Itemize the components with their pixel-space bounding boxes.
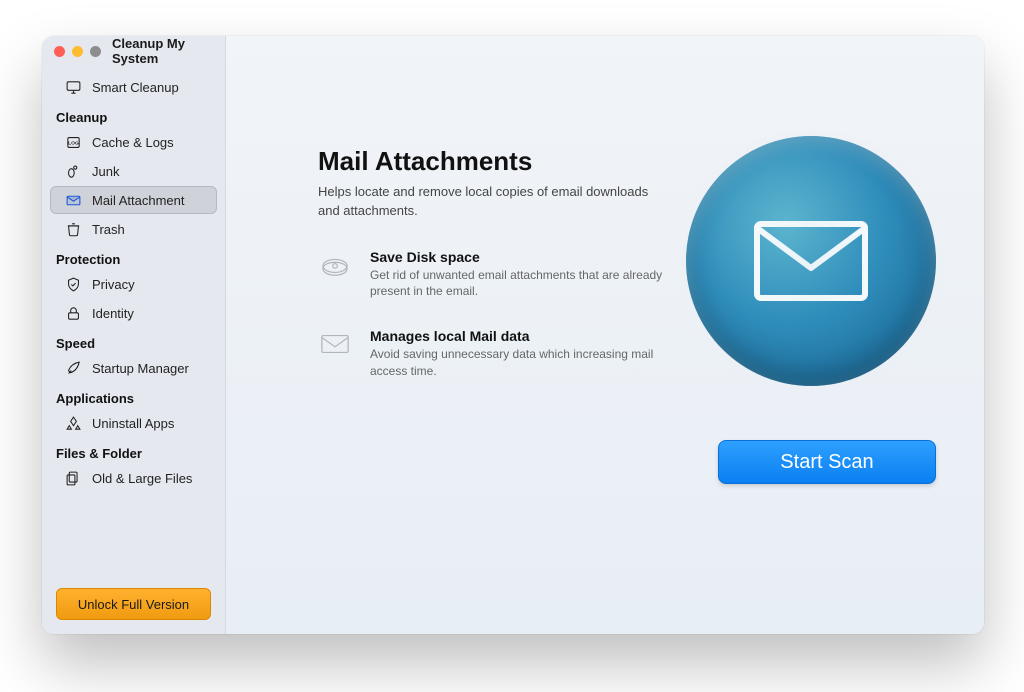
unlock-label: Unlock Full Version [78, 597, 189, 612]
feature-title: Manages local Mail data [370, 328, 678, 344]
sidebar-item-label: Identity [92, 306, 134, 321]
feature-desc: Get rid of unwanted email attachments th… [370, 267, 678, 301]
sidebar-item-junk[interactable]: Junk [50, 157, 217, 185]
sidebar-item-label: Smart Cleanup [92, 80, 179, 95]
main-content: Mail Attachments Helps locate and remove… [226, 36, 984, 634]
section-head-cleanup: Cleanup [42, 102, 225, 127]
mail-icon [64, 191, 82, 209]
trash-icon [64, 220, 82, 238]
rocket-icon [64, 359, 82, 377]
mail-hero-icon [751, 216, 871, 306]
feature-title: Save Disk space [370, 249, 678, 265]
unlock-full-version-button[interactable]: Unlock Full Version [56, 588, 211, 620]
sidebar-item-label: Cache & Logs [92, 135, 174, 150]
lock-icon [64, 304, 82, 322]
minimize-window-button[interactable] [72, 46, 83, 57]
sidebar-item-mail-attachment[interactable]: Mail Attachment [50, 186, 217, 214]
start-scan-button[interactable]: Start Scan [718, 440, 936, 484]
files-icon [64, 469, 82, 487]
disk-icon [318, 251, 352, 279]
sidebar-item-smart-cleanup[interactable]: Smart Cleanup [50, 73, 217, 101]
sidebar-item-label: Privacy [92, 277, 135, 292]
monitor-icon [64, 78, 82, 96]
app-title: Cleanup My System [112, 36, 213, 66]
log-icon: LOG [64, 133, 82, 151]
sidebar-item-label: Uninstall Apps [92, 416, 174, 431]
sidebar-item-trash[interactable]: Trash [50, 215, 217, 243]
svg-text:LOG: LOG [68, 140, 79, 146]
footprint-icon [64, 162, 82, 180]
app-window: Cleanup My System Smart Cleanup Cleanup … [42, 36, 984, 634]
sidebar-item-privacy[interactable]: Privacy [50, 270, 217, 298]
sidebar-item-old-large-files[interactable]: Old & Large Files [50, 464, 217, 492]
scan-label: Start Scan [780, 451, 873, 474]
sidebar-item-identity[interactable]: Identity [50, 299, 217, 327]
page-subtitle: Helps locate and remove local copies of … [318, 183, 658, 221]
sidebar: Cleanup My System Smart Cleanup Cleanup … [42, 36, 226, 634]
close-window-button[interactable] [54, 46, 65, 57]
hero-mail-graphic [686, 136, 936, 386]
section-head-protection: Protection [42, 244, 225, 269]
section-head-applications: Applications [42, 383, 225, 408]
sidebar-item-uninstall-apps[interactable]: Uninstall Apps [50, 409, 217, 437]
sidebar-item-cache-logs[interactable]: LOG Cache & Logs [50, 128, 217, 156]
titlebar: Cleanup My System [42, 36, 225, 66]
sidebar-item-label: Mail Attachment [92, 193, 185, 208]
sidebar-item-label: Trash [92, 222, 125, 237]
zoom-window-button[interactable] [90, 46, 101, 57]
nav: Smart Cleanup Cleanup LOG Cache & Logs J… [42, 66, 225, 493]
feature-desc: Avoid saving unnecessary data which incr… [370, 346, 678, 380]
apps-icon [64, 414, 82, 432]
sidebar-item-startup-manager[interactable]: Startup Manager [50, 354, 217, 382]
envelope-icon [318, 330, 352, 358]
section-head-files: Files & Folder [42, 438, 225, 463]
window-controls [54, 46, 101, 57]
feature-mail-data: Manages local Mail data Avoid saving unn… [318, 328, 678, 380]
sidebar-item-label: Startup Manager [92, 361, 189, 376]
sidebar-item-label: Junk [92, 164, 119, 179]
feature-save-disk: Save Disk space Get rid of unwanted emai… [318, 249, 678, 301]
shield-icon [64, 275, 82, 293]
sidebar-item-label: Old & Large Files [92, 471, 192, 486]
section-head-speed: Speed [42, 328, 225, 353]
